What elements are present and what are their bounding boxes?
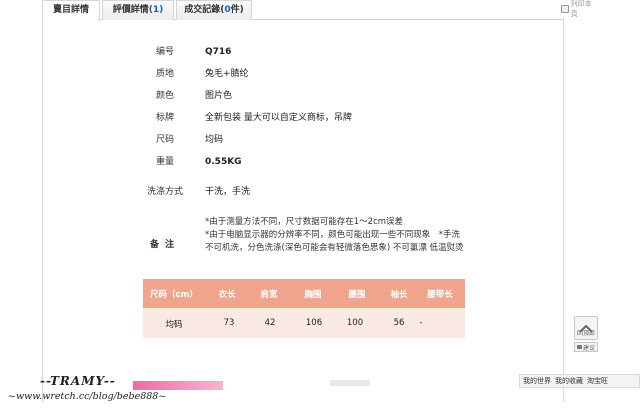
printer-icon: [561, 5, 569, 13]
spec-value: 0.55KG: [205, 157, 242, 167]
toolbar-item-my-world[interactable]: 我的世界: [523, 376, 551, 386]
tab-product-details[interactable]: 賣目詳情: [42, 0, 100, 21]
frame-right-border: [563, 20, 564, 402]
product-tab-bar: 賣目詳情 評價詳情(1) 成交記錄(0件) 列印本頁: [42, 0, 592, 21]
watermark-url: ~www.wretch.cc/blog/bebe888~: [8, 391, 167, 402]
print-button[interactable]: 列印本頁: [561, 0, 593, 18]
spec-value: 全新包装 量大可以自定义商标，吊牌: [205, 113, 352, 123]
size-table-header: 尺码（cm） 衣长 肩宽 胸围 腰围 袖长 腰带长: [143, 279, 465, 308]
size-header-cell: 腰带长: [427, 290, 453, 300]
size-header-cell: 腰围: [348, 290, 366, 300]
spec-value: 图片色: [205, 91, 233, 101]
spec-label: 标牌: [155, 113, 174, 123]
notes-text: *由于测量方法不同，尺寸数据可能存在1～2cm误差 *由于电脑显示器的分辨率不同…: [205, 216, 465, 255]
print-label: 列印本頁: [570, 0, 592, 18]
size-value-cell: 均码: [165, 320, 183, 330]
size-value-cell: 73: [223, 318, 235, 328]
spec-value: 干洗，手洗: [205, 187, 251, 197]
tab-count: (1): [148, 5, 164, 15]
spec-label: 重量: [155, 157, 174, 167]
spec-label: 颜色: [155, 91, 174, 101]
size-table-row: 均码 73 42 106 100 56 -: [143, 308, 465, 338]
tab-review-details[interactable]: 評價詳情(1): [102, 0, 174, 20]
spec-value: 兔毛+腈纶: [205, 69, 249, 79]
size-value-cell: 106: [305, 318, 323, 328]
banner-strip-gray: [330, 380, 370, 386]
tab-label: 賣目詳情: [52, 5, 89, 15]
spec-value: Q716: [205, 47, 232, 57]
bottom-toolbar: 我的世界 我的收藏 淘宝旺: [519, 374, 640, 388]
suggestion-label: 建议: [582, 344, 595, 352]
comment-icon: [576, 345, 582, 349]
size-header-cell: 尺码（cm）: [150, 290, 198, 300]
size-header-cell: 胸围: [304, 290, 322, 300]
spec-label: 洗涤方式: [146, 187, 183, 197]
size-value-cell: 42: [264, 318, 276, 328]
size-value-cell: 100: [346, 318, 364, 328]
size-header-cell: 肩宽: [260, 290, 278, 300]
frame-left-border: [42, 20, 43, 402]
watermark-name: --TRAMY--: [40, 374, 116, 388]
spec-label: 编号: [155, 47, 174, 57]
size-value-cell: -: [419, 318, 423, 328]
spec-label: 质地: [155, 69, 174, 79]
tab-label: 評價詳情: [112, 5, 149, 15]
tab-count-suffix: 件): [230, 5, 244, 15]
notes-line: *由于测量方法不同，尺寸数据可能存在1～2cm误差: [205, 217, 404, 227]
tab-label: 成交記錄: [184, 5, 221, 15]
spec-label: 尺码: [155, 135, 174, 145]
toolbar-item-favorites[interactable]: 我的收藏: [555, 376, 583, 386]
toolbar-item-wangwang[interactable]: 淘宝旺: [587, 376, 608, 386]
spec-value: 均码: [205, 135, 224, 145]
back-to-top-label: 回頂部: [576, 330, 595, 337]
notes-line: *由于电脑显示器的分辨率不同，颜色可能出现一些不同现象 *手洗不可机洗，分色洗涤…: [205, 230, 464, 253]
tab-transaction-records[interactable]: 成交記錄(0件): [176, 0, 252, 20]
size-table: 尺码（cm） 衣长 肩宽 胸围 腰围 袖长 腰带长 均码 73 42 106 1…: [143, 279, 465, 338]
size-header-cell: 袖长: [390, 290, 408, 300]
banner-strip: [133, 381, 223, 390]
notes-label: 备注: [150, 240, 181, 250]
suggestion-button[interactable]: 建议: [574, 342, 598, 352]
size-header-cell: 衣长: [218, 290, 236, 300]
